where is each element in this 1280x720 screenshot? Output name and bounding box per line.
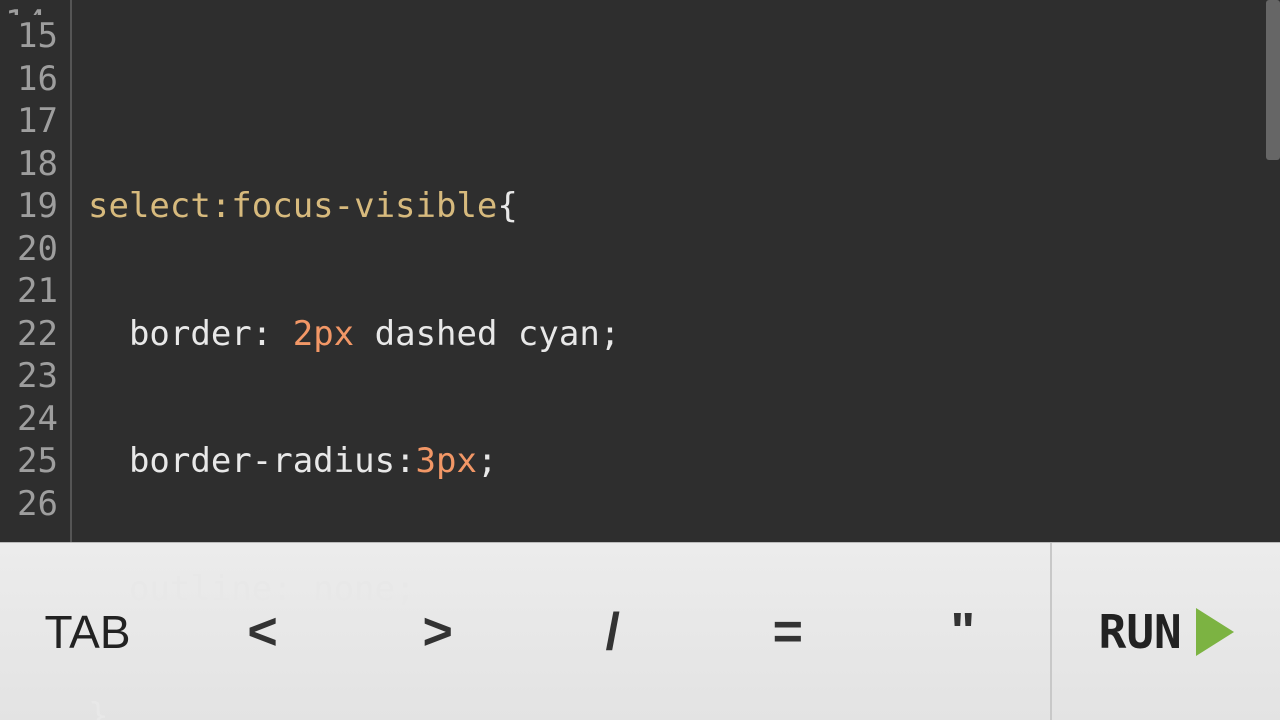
line-number: 25 — [0, 440, 58, 483]
code-line: } — [88, 695, 1280, 720]
vertical-scrollbar[interactable] — [1266, 0, 1280, 160]
code-line — [88, 85, 1280, 100]
code-line: border: 2px dashed cyan; — [88, 313, 1280, 356]
line-number: 16 — [0, 58, 58, 101]
code-line: outline: none; — [88, 568, 1280, 611]
line-number: 15 — [0, 15, 58, 58]
line-number: 23 — [0, 355, 58, 398]
code-area[interactable]: select:focus-visible{ border: 2px dashed… — [72, 0, 1280, 542]
line-number: 20 — [0, 228, 58, 271]
line-number: 22 — [0, 313, 58, 356]
code-line: select:focus-visible{ — [88, 185, 1280, 228]
code-editor[interactable]: 14 15 16 17 18 19 20 21 22 23 24 25 26 s… — [0, 0, 1280, 542]
line-number: 24 — [0, 398, 58, 441]
line-number: 17 — [0, 100, 58, 143]
line-gutter: 14 15 16 17 18 19 20 21 22 23 24 25 26 — [0, 0, 72, 542]
line-number: 19 — [0, 185, 58, 228]
code-line: border-radius:3px; — [88, 440, 1280, 483]
line-number: 18 — [0, 143, 58, 186]
line-number: 26 — [0, 483, 58, 526]
line-number: 21 — [0, 270, 58, 313]
